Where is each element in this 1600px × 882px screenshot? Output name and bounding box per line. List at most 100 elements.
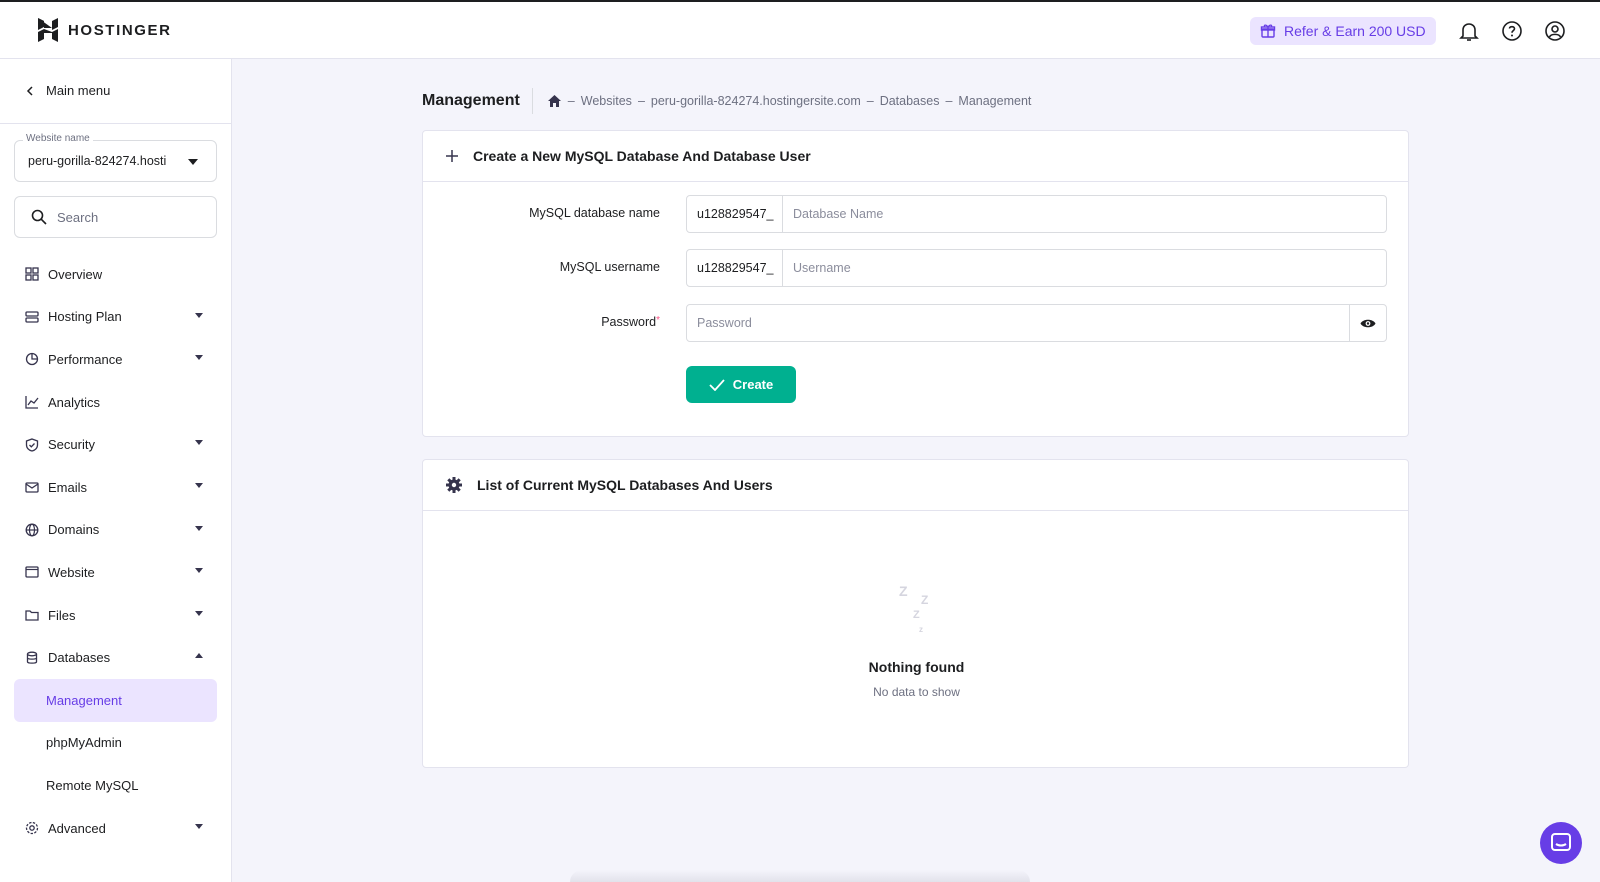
- sidebar-item-performance[interactable]: Performance: [14, 338, 217, 381]
- brand-name: HOSTINGER: [68, 21, 172, 39]
- pie-chart-icon: [24, 351, 40, 367]
- sidebar-item-label: Website: [48, 564, 95, 580]
- main-menu-label: Main menu: [46, 83, 111, 98]
- website-select-value: peru-gorilla-824274.hosti: [28, 154, 167, 168]
- sidebar-search-input[interactable]: Search: [14, 196, 217, 238]
- breadcrumb-websites[interactable]: Websites: [581, 94, 632, 108]
- gear-icon: [24, 820, 40, 836]
- website-select[interactable]: Website name peru-gorilla-824274.hosti: [14, 133, 217, 182]
- sidebar-item-label: Overview: [48, 266, 103, 282]
- list-card-header: List of Current MySQL Databases And User…: [423, 460, 1408, 511]
- sidebar-item-label: Performance: [48, 351, 123, 367]
- caret-down-icon: [195, 610, 203, 616]
- caret-down-icon: [195, 355, 203, 361]
- username-row: MySQL username u128829547_ Username: [423, 249, 1410, 287]
- website-select-label: Website name: [23, 133, 93, 144]
- breadcrumb-separator: –: [866, 94, 874, 108]
- sidebar-item-databases[interactable]: Databases: [14, 636, 217, 679]
- sidebar-item-hosting-plan[interactable]: Hosting Plan: [14, 296, 217, 339]
- database-list-card: List of Current MySQL Databases And User…: [422, 459, 1409, 768]
- top-bar: HOSTINGER Refer & Earn 200 USD: [0, 0, 1600, 59]
- password-input-group: Password: [686, 304, 1387, 342]
- sidebar: Main menu Website name peru-gorilla-8242…: [0, 59, 232, 882]
- sidebar-item-label: Analytics: [48, 394, 101, 410]
- db-name-label: MySQL database name: [529, 206, 660, 220]
- database-icon: [24, 650, 40, 666]
- sleeping-zzz-icon: Z Z Z z: [899, 583, 928, 634]
- sidebar-item-emails[interactable]: Emails: [14, 466, 217, 509]
- server-icon: [24, 309, 40, 325]
- sidebar-item-analytics[interactable]: Analytics: [14, 381, 217, 424]
- sidebar-item-advanced[interactable]: Advanced: [14, 807, 217, 850]
- caret-down-icon: [195, 440, 203, 446]
- sidebar-subitem-remote-mysql[interactable]: Remote MySQL: [14, 764, 217, 807]
- sidebar-subitem-label: Management: [46, 692, 122, 708]
- home-icon[interactable]: [547, 94, 562, 108]
- username-input-group: u128829547_ Username: [686, 249, 1387, 287]
- password-input[interactable]: Password: [687, 305, 1349, 341]
- sidebar-item-domains[interactable]: Domains: [14, 509, 217, 552]
- sidebar-item-label: Files: [48, 607, 76, 623]
- page-title: Management: [422, 88, 533, 114]
- main-menu-link[interactable]: Main menu: [26, 83, 110, 98]
- required-marker: *: [656, 315, 660, 326]
- caret-down-icon: [195, 823, 203, 829]
- sidebar-item-label: Emails: [48, 479, 88, 495]
- sidebar-item-security[interactable]: Security: [14, 423, 217, 466]
- analytics-icon: [24, 394, 40, 410]
- svg-text:Z: Z: [921, 593, 928, 607]
- caret-down-icon: [195, 312, 203, 318]
- list-card-title: List of Current MySQL Databases And User…: [477, 477, 773, 493]
- refer-label: Refer & Earn 200 USD: [1284, 23, 1426, 39]
- breadcrumb-management: Management: [958, 94, 1032, 108]
- breadcrumb-site[interactable]: peru-gorilla-824274.hostingersite.com: [651, 94, 861, 108]
- refer-earn-button[interactable]: Refer & Earn 200 USD: [1250, 17, 1436, 45]
- gift-icon: [1260, 24, 1276, 38]
- show-password-button[interactable]: [1349, 305, 1386, 341]
- hostinger-logo[interactable]: HOSTINGER: [36, 17, 172, 43]
- overview-icon: [24, 266, 40, 282]
- db-name-prefix: u128829547_: [687, 196, 783, 232]
- sidebar-nav: Overview Hosting Plan Performance Analyt…: [14, 253, 217, 849]
- live-chat-button[interactable]: [1540, 822, 1582, 864]
- account-button[interactable]: [1543, 19, 1567, 43]
- sidebar-subitem-label: Remote MySQL: [46, 777, 139, 793]
- password-label-text: Password: [601, 315, 657, 329]
- db-name-row: MySQL database name u128829547_ Database…: [423, 195, 1410, 233]
- sidebar-item-label: Domains: [48, 522, 100, 538]
- sidebar-item-label: Security: [48, 437, 95, 453]
- sidebar-subitem-management[interactable]: Management: [14, 678, 217, 722]
- sidebar-item-overview[interactable]: Overview: [14, 253, 217, 296]
- caret-up-icon: [195, 653, 203, 659]
- svg-text:Z: Z: [913, 609, 920, 621]
- account-icon: [1545, 21, 1565, 41]
- breadcrumb-separator: –: [567, 94, 575, 108]
- notifications-button[interactable]: [1457, 19, 1481, 43]
- chevron-left-icon: [26, 85, 33, 96]
- eye-icon: [1360, 319, 1376, 327]
- bottom-shadow: [570, 870, 1030, 882]
- sidebar-subitem-phpmyadmin[interactable]: phpMyAdmin: [14, 722, 217, 765]
- create-card-title: Create a New MySQL Database And Database…: [473, 148, 811, 164]
- create-button[interactable]: Create: [686, 366, 796, 403]
- username-input[interactable]: Username: [783, 250, 1386, 286]
- password-row: Password* Password: [423, 304, 1410, 342]
- username-prefix: u128829547_: [687, 250, 783, 286]
- breadcrumb-separator: –: [945, 94, 953, 108]
- sidebar-item-website[interactable]: Website: [14, 551, 217, 594]
- mail-icon: [24, 479, 40, 495]
- create-button-label: Create: [732, 377, 774, 392]
- db-name-input[interactable]: Database Name: [783, 196, 1386, 232]
- bell-icon: [1459, 23, 1479, 41]
- chat-icon: [1551, 833, 1571, 851]
- caret-down-icon: [195, 482, 203, 488]
- caret-down-icon: [195, 525, 203, 531]
- gear-icon: [446, 477, 462, 493]
- window-icon: [24, 564, 40, 580]
- globe-icon: [24, 522, 40, 538]
- breadcrumb-databases[interactable]: Databases: [880, 94, 940, 108]
- page-header: Management – Websites – peru-gorilla-824…: [422, 88, 1032, 114]
- help-button[interactable]: [1500, 19, 1524, 43]
- sidebar-item-files[interactable]: Files: [14, 594, 217, 637]
- create-card-header: Create a New MySQL Database And Database…: [423, 131, 1408, 182]
